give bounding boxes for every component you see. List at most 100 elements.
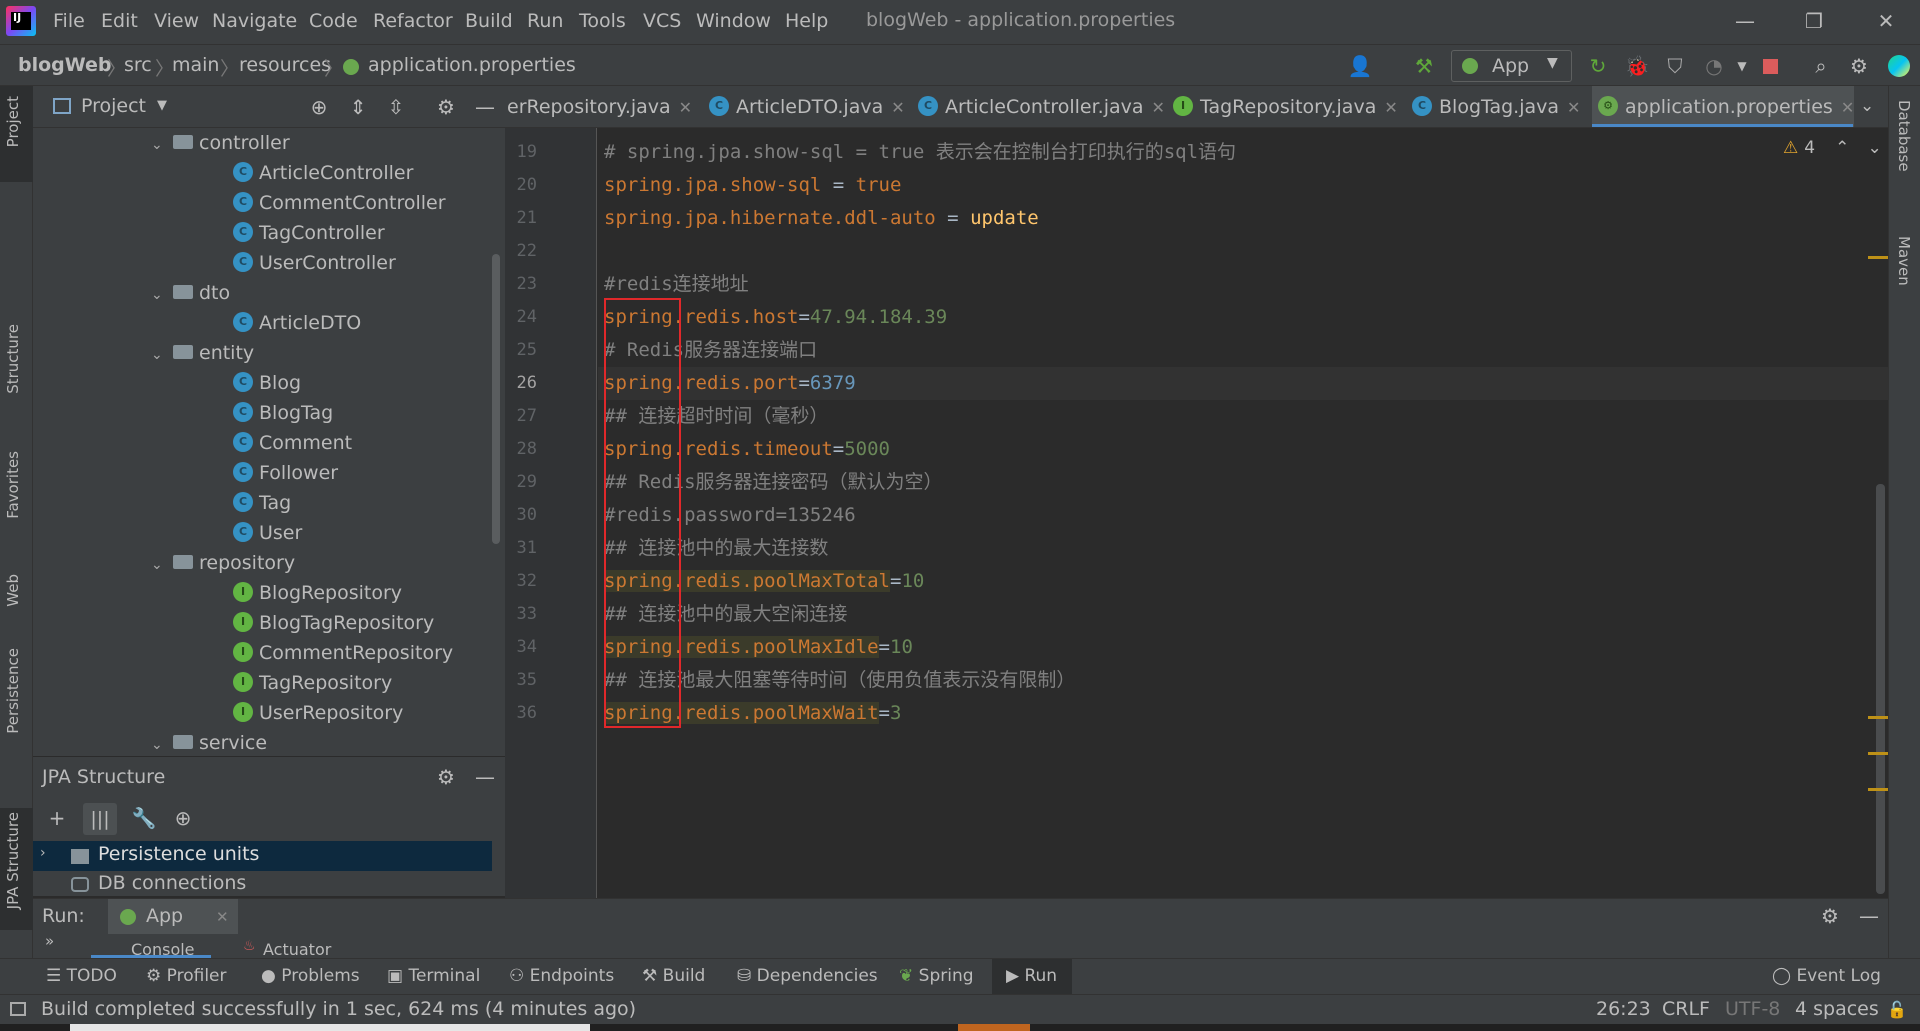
close-tab-icon[interactable]: ✕ [216, 908, 229, 926]
breadcrumb-main[interactable]: main [172, 54, 219, 76]
file-encoding[interactable]: UTF-8 [1725, 998, 1780, 1020]
collapse-all-icon[interactable]: ⇳ [382, 93, 410, 121]
close-tab-icon[interactable]: ✕ [891, 98, 904, 117]
endpoints-tool-button[interactable]: ⚇ Endpoints [509, 966, 614, 986]
menu-navigate[interactable]: Navigate [212, 10, 297, 32]
tree-file[interactable]: C Follower [233, 458, 338, 488]
tree-folder[interactable]: ⌄ repository [151, 548, 295, 578]
editor-scrollbar[interactable] [1876, 484, 1885, 894]
close-tab-icon[interactable]: ✕ [679, 98, 692, 117]
editor-tab-active[interactable]: ⚙ application.properties ✕ [1592, 86, 1855, 127]
user-icon[interactable]: 👤 [1346, 52, 1374, 80]
console-tab[interactable]: Console [91, 936, 211, 958]
code-line[interactable]: spring.jpa.hibernate.ddl-auto = update [604, 202, 1039, 235]
menu-build[interactable]: Build [465, 10, 513, 32]
line-separator[interactable]: CRLF [1662, 998, 1710, 1020]
dependencies-tool-button[interactable]: ⛁ Dependencies [737, 966, 878, 986]
restore-button[interactable]: ❐ [1794, 6, 1834, 36]
locate-target-icon[interactable]: ⊕ [305, 93, 333, 121]
jpa-hide-panel-icon[interactable]: — [471, 763, 499, 791]
build-tool-button[interactable]: ⚒ Build [642, 966, 705, 986]
tool-tab-database[interactable]: Database [1895, 100, 1913, 172]
next-highlight-icon[interactable]: ⌄ [1867, 138, 1881, 158]
build-hammer-icon[interactable]: ⚒ [1410, 52, 1438, 80]
chevron-down-icon[interactable]: ⌄ [151, 730, 167, 756]
debug-icon[interactable]: 🐞 [1623, 52, 1651, 80]
rerun-icon[interactable]: ↻ [1584, 52, 1612, 80]
intellij-logo-icon[interactable]: IJ [6, 6, 36, 36]
tree-file[interactable]: C Comment [233, 428, 352, 458]
columns-view-icon[interactable]: ||| [83, 803, 117, 835]
project-panel-title[interactable]: Project [81, 95, 146, 117]
expand-all-icon[interactable]: ⇕ [344, 93, 372, 121]
warning-stripe-marker[interactable] [1868, 788, 1888, 791]
tree-file[interactable]: I TagRepository [233, 668, 392, 698]
wrench-icon[interactable]: 🔧 [130, 804, 158, 832]
close-tab-icon[interactable]: ✕ [1384, 98, 1397, 117]
caret-position[interactable]: 26:23 [1596, 998, 1651, 1020]
jpa-tree-row[interactable]: DB connections [33, 871, 492, 898]
tool-tab-web[interactable]: Web [4, 574, 22, 607]
breadcrumb-src[interactable]: src [124, 54, 152, 76]
chevron-down-icon[interactable]: ⌄ [151, 550, 167, 580]
add-icon[interactable]: + [43, 804, 71, 832]
coverage-icon[interactable]: ⛉ [1661, 52, 1689, 80]
tree-file[interactable]: I BlogRepository [233, 578, 402, 608]
status-message[interactable]: Build completed successfully in 1 sec, 6… [41, 998, 636, 1020]
menu-vcs[interactable]: VCS [643, 10, 681, 32]
expand-chevron-icon[interactable]: » [45, 934, 54, 950]
tree-file[interactable]: I CommentRepository [233, 638, 453, 668]
run-hide-panel-icon[interactable]: — [1855, 902, 1883, 930]
tree-file[interactable]: C BlogTag [233, 398, 333, 428]
chevron-down-icon[interactable]: ▼ [157, 98, 167, 113]
editor-tab[interactable]: C ArticleDTO.java ✕ [709, 86, 905, 127]
editor-tab[interactable]: erRepository.java ✕ [507, 86, 692, 127]
close-tab-icon[interactable]: ✕ [1567, 98, 1580, 117]
menu-view[interactable]: View [154, 10, 199, 32]
close-tab-icon[interactable]: ✕ [1841, 98, 1854, 117]
todo-tool-button[interactable]: ☰ TODO [46, 966, 117, 986]
menu-edit[interactable]: Edit [101, 10, 138, 32]
code-line[interactable]: spring.jpa.show-sql = true [604, 169, 901, 202]
tree-file[interactable]: I UserRepository [233, 698, 403, 728]
tool-tab-favorites[interactable]: Favorites [4, 451, 22, 519]
run-config-tab[interactable]: App ✕ [108, 899, 238, 935]
close-window-button[interactable]: ✕ [1866, 6, 1906, 36]
warnings-indicator[interactable]: ⚠ 4 ⌃ ⌄ [1783, 136, 1882, 158]
event-log-button[interactable]: ◯ Event Log [1772, 966, 1881, 986]
warning-stripe-marker[interactable] [1868, 256, 1888, 259]
menu-file[interactable]: File [53, 10, 85, 32]
chevron-right-icon[interactable]: › [40, 845, 46, 861]
run-settings-gear-icon[interactable]: ⚙ [1816, 902, 1844, 930]
chevron-down-icon[interactable]: ⌄ [151, 130, 167, 160]
tool-tab-persistence[interactable]: Persistence [4, 648, 22, 734]
settings-gear-icon[interactable]: ⚙ [1845, 52, 1873, 80]
editor-tab[interactable]: C ArticleController.java ✕ [918, 86, 1165, 127]
previous-highlight-icon[interactable]: ⌃ [1835, 138, 1849, 158]
spring-tool-button[interactable]: ❦ Spring [899, 966, 974, 986]
editor-tab[interactable]: I TagRepository.java ✕ [1173, 86, 1398, 127]
terminal-tool-button[interactable]: ▣ Terminal [387, 966, 480, 986]
warning-stripe-marker[interactable] [1868, 716, 1888, 719]
actuator-tab[interactable]: ♨ Actuator [233, 936, 353, 958]
chevron-down-icon[interactable]: ⌄ [151, 340, 167, 370]
breadcrumb-file[interactable]: application.properties [368, 54, 576, 76]
run-tool-button-active[interactable]: ▶ Run [992, 959, 1072, 995]
tool-tab-project[interactable]: Project [4, 96, 22, 147]
jpa-tree-row-selected[interactable]: › Persistence units [33, 841, 492, 871]
minimize-button[interactable]: — [1725, 6, 1765, 36]
run-configuration-select[interactable]: App ▼ [1451, 50, 1572, 82]
breadcrumb-resources[interactable]: resources [239, 54, 331, 76]
tree-file[interactable]: I BlogTagRepository [233, 608, 434, 638]
chevron-down-icon[interactable]: ⌄ [151, 280, 167, 310]
editor-tab[interactable]: C BlogTag.java ✕ [1412, 86, 1580, 127]
profile-icon[interactable]: ◔ [1700, 52, 1728, 80]
tree-file[interactable]: C ArticleDTO [233, 308, 361, 338]
tree-file[interactable]: C User [233, 518, 302, 548]
tab-list-chevron-icon[interactable]: ⌄ [1860, 96, 1874, 116]
tool-tab-jpa-structure[interactable]: JPA Structure [4, 812, 22, 909]
tree-folder[interactable]: ⌄ controller [151, 128, 290, 158]
tool-tab-maven[interactable]: Maven [1895, 236, 1913, 286]
code-line[interactable]: # spring.jpa.show-sql = true 表示会在控制台打印执行… [604, 136, 1236, 169]
warning-stripe-marker[interactable] [1868, 752, 1888, 755]
